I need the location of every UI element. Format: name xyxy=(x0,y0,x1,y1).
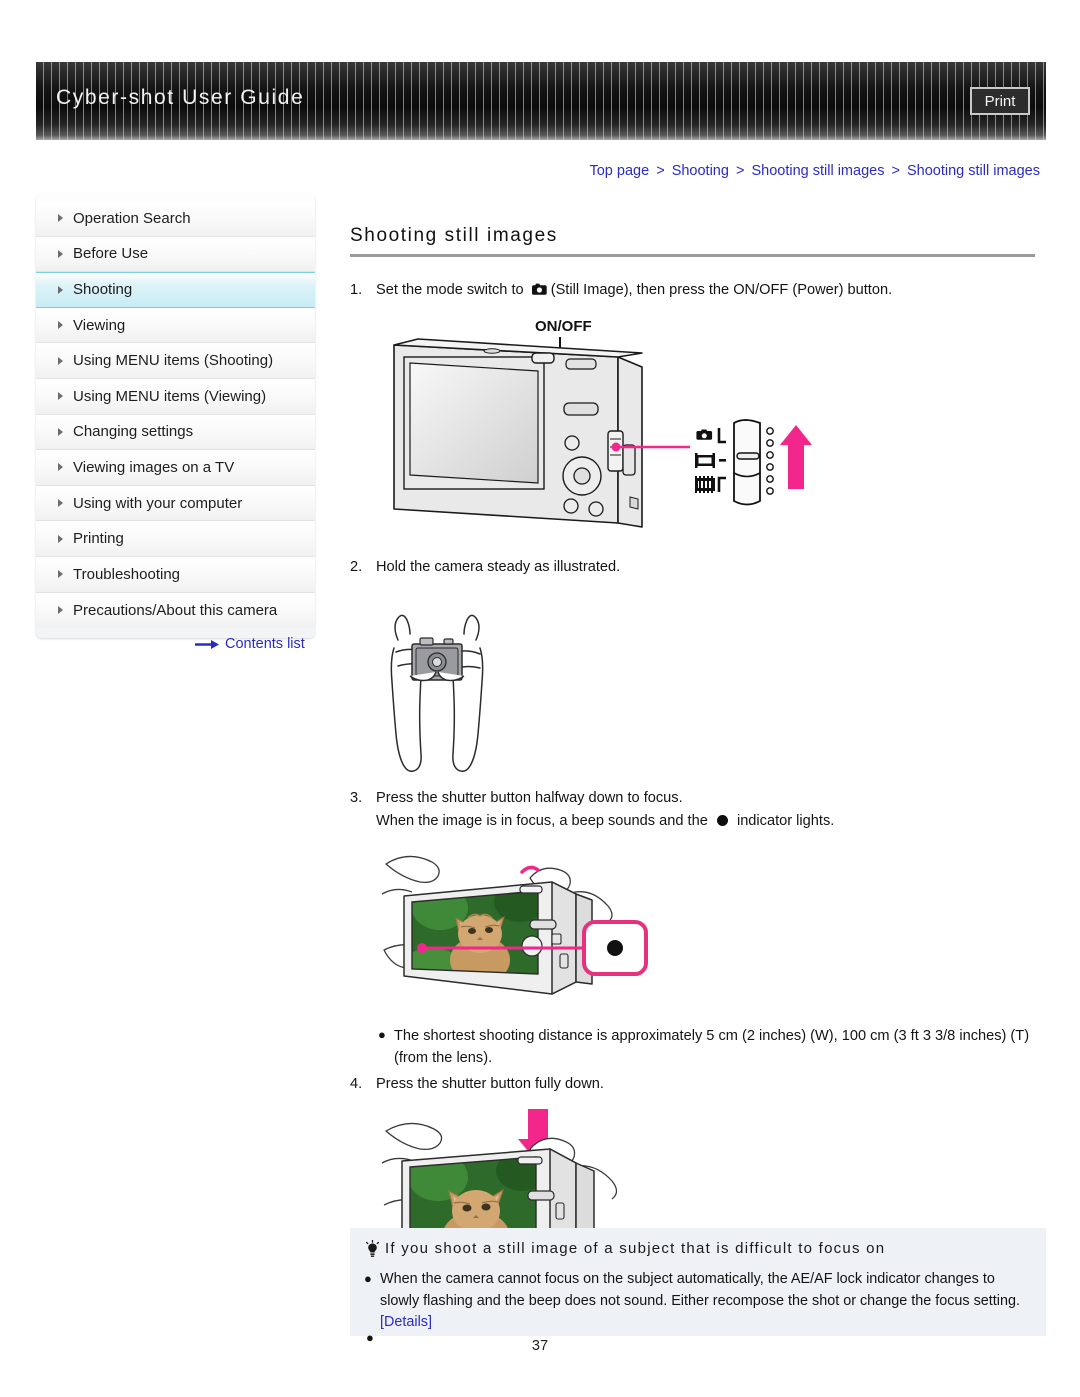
sidebar-item-viewing[interactable]: Viewing xyxy=(36,307,315,344)
step-3: 3. Press the shutter button halfway down… xyxy=(350,787,1046,831)
tip-bullet-text: When the camera cannot focus on the subj… xyxy=(380,1269,1030,1334)
contents-list-label: Contents list xyxy=(225,636,305,652)
step-text: Press the shutter button halfway down to… xyxy=(376,787,1046,831)
contents-list-link[interactable]: Contents list xyxy=(195,636,305,652)
step-2: 2. Hold the camera steady as illustrated… xyxy=(350,556,1046,578)
sidebar-item-changing-settings[interactable]: Changing settings xyxy=(36,414,315,451)
step-number: 3. xyxy=(350,790,363,807)
chevron-right-icon xyxy=(58,427,63,436)
step-3-line-2-after: indicator lights. xyxy=(736,812,835,829)
tip-bullet-body: When the camera cannot focus on the subj… xyxy=(380,1271,1020,1309)
step-4: 4. Press the shutter button fully down. xyxy=(350,1073,1046,1095)
sidebar-item-label: Before Use xyxy=(73,245,149,263)
sidebar-item-shooting[interactable]: Shooting xyxy=(36,272,315,308)
step-number: 2. xyxy=(350,559,363,576)
bullet-marker: ● xyxy=(378,1026,386,1042)
breadcrumb-separator: > xyxy=(735,163,745,179)
sidebar-item-using-menu-shooting[interactable]: Using MENU items (Shooting) xyxy=(36,343,315,379)
step-text: Hold the camera steady as illustrated. xyxy=(376,559,621,576)
sidebar-item-label: Troubleshooting xyxy=(73,565,181,583)
step-text: Press the shutter button fully down. xyxy=(376,1076,604,1093)
step-3-line-2-before: When the image is in focus, a beep sound… xyxy=(376,812,708,829)
sidebar-item-label: Changing settings xyxy=(73,423,194,441)
sidebar-item-label: Using MENU items (Viewing) xyxy=(73,387,267,405)
sidebar-item-using-with-your-computer[interactable]: Using with your computer xyxy=(36,485,315,522)
chevron-right-icon xyxy=(58,463,63,472)
chevron-right-icon xyxy=(58,321,63,330)
details-link[interactable]: [Details] xyxy=(380,1314,432,1330)
sidebar-nav: Operation Search Before Use Shooting Vie… xyxy=(36,193,315,639)
breadcrumb-separator: > xyxy=(891,163,900,179)
content-heading: Shooting still images xyxy=(350,225,558,246)
breadcrumb-item-2[interactable]: Shooting still images xyxy=(751,163,884,179)
svg-text:ON/OFF: ON/OFF xyxy=(535,318,592,335)
sidebar-item-before-use[interactable]: Before Use xyxy=(36,236,315,273)
chevron-right-icon xyxy=(58,356,63,365)
breadcrumb-item-0[interactable]: Top page xyxy=(589,163,649,179)
sidebar-item-using-menu-viewing[interactable]: Using MENU items (Viewing) xyxy=(36,378,315,415)
document-page: Cyber-shot User Guide Print Top page > S… xyxy=(0,0,1080,1397)
tip-panel: If you shoot a still image of a subject … xyxy=(350,1228,1046,1336)
breadcrumb-separator: > xyxy=(656,163,665,179)
ae-af-indicator-dot-icon xyxy=(716,814,728,826)
sidebar-item-label: Shooting xyxy=(73,281,133,299)
breadcrumb-item-1[interactable]: Shooting xyxy=(672,163,729,179)
main-content: Shooting still images 1. Set the mode sw… xyxy=(350,225,1046,1268)
print-button[interactable]: Print xyxy=(970,87,1030,115)
chevron-right-icon xyxy=(58,534,63,543)
app-header: Cyber-shot User Guide Print xyxy=(36,62,1046,140)
sidebar-item-precautions[interactable]: Precautions/About this camera xyxy=(36,592,315,629)
chevron-right-icon xyxy=(58,606,63,615)
page-title: Cyber-shot User Guide xyxy=(56,86,305,109)
figure-halfway-press xyxy=(380,842,1046,1017)
still-image-camera-icon xyxy=(531,281,548,303)
chevron-right-icon xyxy=(58,392,63,401)
sidebar-item-printing[interactable]: Printing xyxy=(36,521,315,557)
chevron-right-icon xyxy=(58,214,63,223)
step-text: Set the mode switch to (Still Image), th… xyxy=(376,279,1046,303)
sidebar-item-label: Printing xyxy=(73,530,124,548)
sidebar-item-label: Viewing xyxy=(73,316,126,334)
step-number: 4. xyxy=(350,1076,363,1093)
breadcrumb-item-3[interactable]: Shooting still images xyxy=(907,163,1040,179)
sidebar-item-label: Using MENU items (Shooting) xyxy=(73,352,274,370)
sidebar-item-label: Precautions/About this camera xyxy=(73,601,278,619)
step-text-before: Set the mode switch to xyxy=(376,282,524,298)
page-number: 37 xyxy=(531,1338,549,1354)
figure-camera-mode-switch: ON/OFF xyxy=(380,313,1046,548)
step-1: 1. Set the mode switch to (Still Image),… xyxy=(350,279,1046,303)
breadcrumb: Top page > Shooting > Shooting still ima… xyxy=(589,163,1040,179)
sidebar-item-label: Operation Search xyxy=(73,209,191,227)
tip-heading-text: If you shoot a still image of a subject … xyxy=(385,1240,886,1257)
step-number: 1. xyxy=(350,282,363,298)
figure-holding-camera xyxy=(380,588,1046,779)
tip-heading: If you shoot a still image of a subject … xyxy=(364,1239,1030,1263)
sidebar-item-operation-search[interactable]: Operation Search xyxy=(36,201,315,237)
note-bullet-text: The shortest shooting distance is approx… xyxy=(394,1027,1030,1066)
sidebar-item-troubleshooting[interactable]: Troubleshooting xyxy=(36,556,315,593)
chevron-right-icon xyxy=(58,570,63,579)
arrow-right-icon xyxy=(195,639,219,650)
tip-bullet: ● When the camera cannot focus on the su… xyxy=(364,1269,1030,1334)
lightbulb-icon xyxy=(364,1239,381,1263)
chevron-right-icon xyxy=(58,249,63,258)
bullet-marker: ● xyxy=(364,1271,372,1286)
heading-divider xyxy=(350,254,1035,257)
sidebar-item-label: Viewing images on a TV xyxy=(73,458,235,476)
chevron-right-icon xyxy=(58,285,63,294)
note-bullet: ● The shortest shooting distance is appr… xyxy=(378,1025,1046,1069)
step-3-line-1: Press the shutter button halfway down to… xyxy=(376,790,683,807)
chevron-right-icon xyxy=(58,499,63,508)
step-text-after: (Still Image), then press the ON/OFF (Po… xyxy=(550,282,893,298)
sidebar-item-viewing-images-on-tv[interactable]: Viewing images on a TV xyxy=(36,450,315,486)
sidebar-item-label: Using with your computer xyxy=(73,494,243,512)
